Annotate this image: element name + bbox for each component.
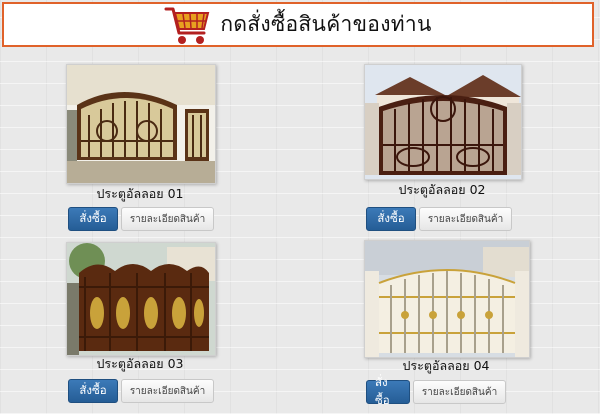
buy-button[interactable]: สั่งซื้อ (68, 379, 118, 403)
product-name: ประตูอัลลอย 03 (96, 356, 184, 371)
buy-button[interactable]: สั่งซื้อ (68, 207, 118, 231)
product-details-button[interactable]: รายละเอียดสินค้า (419, 207, 512, 231)
product-image-gate-04[interactable] (364, 240, 530, 358)
buy-button[interactable]: สั่งซื้อ (366, 375, 410, 407)
buy-button[interactable]: สั่งซื้อ (366, 207, 416, 231)
product-image-gate-03[interactable] (66, 242, 216, 356)
page-header: กดสั่งซื้อสินค้าของท่าน (2, 2, 594, 47)
product-image-gate-01[interactable] (66, 64, 216, 184)
page-title: กดสั่งซื้อสินค้าของท่าน (220, 12, 432, 36)
product-details-button[interactable]: รายละเอียดสินค้า (121, 207, 214, 231)
shopping-cart-icon (164, 7, 210, 44)
product-details-button[interactable]: รายละเอียดสินค้า (121, 379, 214, 403)
product-image-gate-02[interactable] (364, 64, 522, 180)
product-name: ประตูอัลลอย 04 (402, 358, 490, 373)
product-name: ประตูอัลลอย 02 (398, 182, 486, 197)
product-name: ประตูอัลลอย 01 (96, 186, 184, 201)
product-details-button[interactable]: รายละเอียดสินค้า (413, 380, 506, 404)
